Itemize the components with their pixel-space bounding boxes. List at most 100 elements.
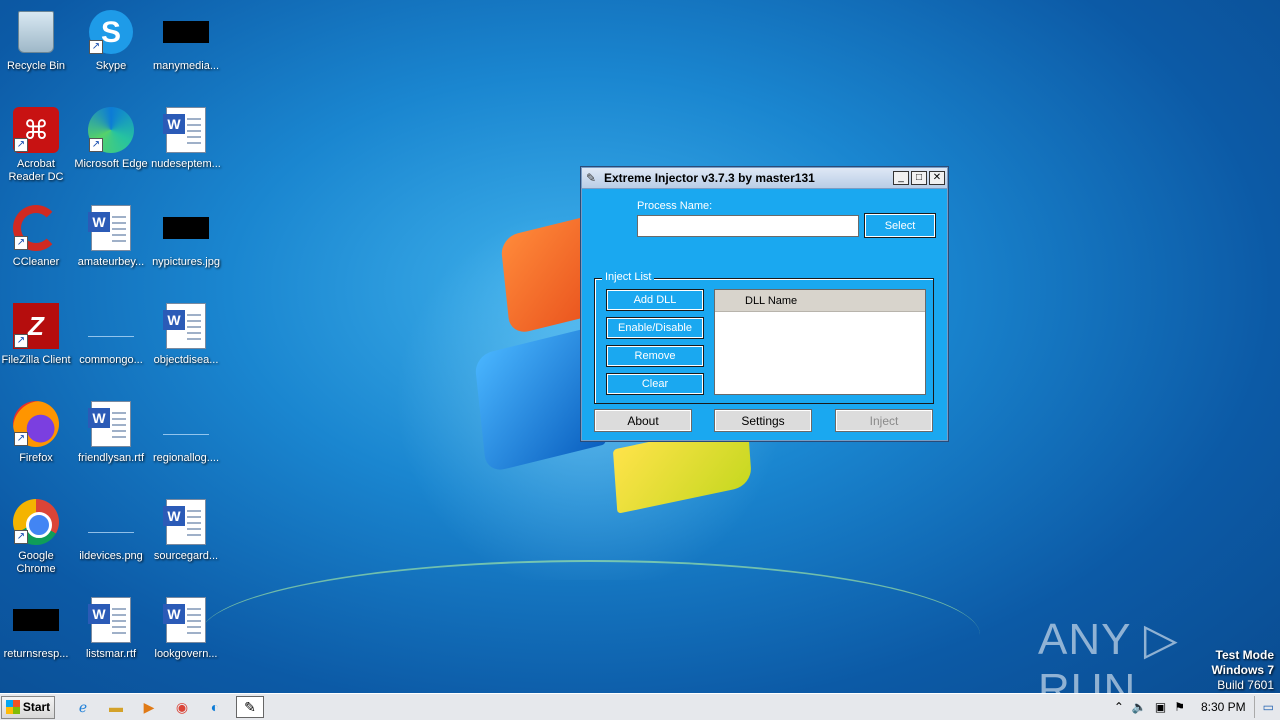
desktop-icon-filezilla[interactable]: Z ↗ FileZilla Client xyxy=(0,302,74,367)
desktop-icon-commongo[interactable]: commongo... xyxy=(73,302,149,367)
icon-label: returnsresp... xyxy=(3,648,69,660)
desktop-icon-edge[interactable]: ↗ Microsoft Edge xyxy=(73,106,149,171)
start-button[interactable]: Start xyxy=(1,695,55,719)
build-number-text: Build 7601 xyxy=(1217,678,1274,692)
show-desktop-icon[interactable]: ▭ xyxy=(1263,700,1274,714)
shortcut-arrow-icon: ↗ xyxy=(89,138,103,152)
remove-button[interactable]: Remove xyxy=(606,345,704,367)
icon-label: Google Chrome xyxy=(16,550,56,575)
windows-version-text: Windows 7 xyxy=(1211,663,1274,677)
volume-icon[interactable]: 🔈 xyxy=(1132,700,1147,714)
inject-list-label: Inject List xyxy=(602,271,655,283)
desktop-icon-ildevices[interactable]: ildevices.png xyxy=(73,498,149,563)
desktop-icon-ccleaner[interactable]: ↗ CCleaner xyxy=(0,204,74,269)
clear-button[interactable]: Clear xyxy=(606,373,704,395)
icon-label: nypictures.jpg xyxy=(152,256,220,268)
start-label: Start xyxy=(22,700,51,714)
icon-label: Acrobat Reader DC xyxy=(8,158,64,183)
about-button[interactable]: About xyxy=(594,409,692,432)
dll-list[interactable]: DLL Name xyxy=(714,289,926,395)
action-center-flag-icon[interactable]: ⚑ xyxy=(1174,700,1185,714)
internet-explorer-icon[interactable]: ℯ xyxy=(71,696,95,718)
icon-label: Firefox xyxy=(19,452,53,464)
word-document-icon xyxy=(163,303,206,349)
shortcut-arrow-icon: ↗ xyxy=(14,432,28,446)
file-thumbnail-icon xyxy=(163,21,209,43)
word-document-icon xyxy=(88,401,131,447)
extreme-injector-window[interactable]: ✎ Extreme Injector v3.7.3 by master131 _… xyxy=(581,167,948,441)
desktop-icon-skype[interactable]: S ↗ Skype xyxy=(73,8,149,73)
inject-button[interactable]: Inject xyxy=(835,409,933,432)
network-icon[interactable]: ▣ xyxy=(1155,700,1166,714)
desktop-icon-firefox[interactable]: ↗ Firefox xyxy=(0,400,74,465)
windows-build-info: Test Mode Windows 7 Build 7601 xyxy=(1211,648,1274,693)
desktop-icon-objectdisea[interactable]: objectdisea... xyxy=(148,302,224,367)
chrome-taskbar-icon[interactable]: ◉ xyxy=(170,696,194,718)
file-thumbnail-icon xyxy=(163,217,209,239)
tray-separator xyxy=(1253,696,1255,718)
wallpaper-swoosh xyxy=(200,560,980,710)
icon-label: sourcegard... xyxy=(153,550,219,562)
file-thumbnail-icon xyxy=(13,609,59,631)
shortcut-arrow-icon: ↗ xyxy=(14,236,28,250)
minimize-button[interactable]: _ xyxy=(893,171,909,185)
word-document-icon xyxy=(163,107,206,153)
shortcut-arrow-icon: ↗ xyxy=(89,40,103,54)
desktop-icon-chrome[interactable]: ↗ Google Chrome xyxy=(0,498,74,576)
select-button[interactable]: Select xyxy=(864,213,936,238)
windows-logo-icon xyxy=(5,700,20,714)
icon-label: FileZilla Client xyxy=(1,354,71,366)
file-thumbnail-icon xyxy=(88,315,134,337)
icon-label: nudeseptem... xyxy=(151,158,221,170)
desktop-icon-nypictures[interactable]: nypictures.jpg xyxy=(148,204,224,269)
word-document-icon xyxy=(163,597,206,643)
process-name-label: Process Name: xyxy=(637,200,713,212)
dll-name-column-header[interactable]: DLL Name xyxy=(715,290,925,312)
desktop-icon-friendlysan[interactable]: friendlysan.rtf xyxy=(73,400,149,465)
media-player-icon[interactable]: ▶ xyxy=(137,696,161,718)
icon-label: objectdisea... xyxy=(153,354,219,366)
settings-button[interactable]: Settings xyxy=(714,409,812,432)
desktop-icon-lookgovern[interactable]: lookgovern... xyxy=(148,596,224,661)
icon-label: amateurbey... xyxy=(77,256,145,268)
edge-taskbar-icon[interactable]: ◐ xyxy=(203,696,227,718)
clock[interactable]: 8:30 PM xyxy=(1201,700,1246,714)
icon-label: Microsoft Edge xyxy=(74,158,148,170)
icon-label: CCleaner xyxy=(12,256,60,268)
window-title: Extreme Injector v3.7.3 by master131 xyxy=(604,171,815,185)
taskbar: Start ℯ ▬ ▶ ◉ ◐ ✎ ⌃ 🔈 ▣ ⚑ 8:30 PM ▭ xyxy=(0,693,1280,720)
word-document-icon xyxy=(88,205,131,251)
desktop-icon-listsmar[interactable]: listsmar.rtf xyxy=(73,596,149,661)
icon-label: regionallog.... xyxy=(152,452,220,464)
close-button[interactable]: ✕ xyxy=(929,171,945,185)
process-name-input[interactable] xyxy=(637,215,859,237)
shortcut-arrow-icon: ↗ xyxy=(14,138,28,152)
word-document-icon xyxy=(163,499,206,545)
desktop-icon-regionallog[interactable]: regionallog.... xyxy=(148,400,224,465)
icon-label: lookgovern... xyxy=(154,648,218,660)
desktop-icon-manymedia[interactable]: manymedia... xyxy=(148,8,224,73)
desktop-icon-acrobat[interactable]: ⌘ ↗ Acrobat Reader DC xyxy=(0,106,74,184)
desktop-icon-recycle-bin[interactable]: Recycle Bin xyxy=(0,8,74,73)
window-titlebar[interactable]: ✎ Extreme Injector v3.7.3 by master131 _… xyxy=(582,168,947,189)
shortcut-arrow-icon: ↗ xyxy=(14,334,28,348)
shortcut-arrow-icon: ↗ xyxy=(14,530,28,544)
file-explorer-icon[interactable]: ▬ xyxy=(104,696,128,718)
icon-label: manymedia... xyxy=(152,60,220,72)
icon-label: Recycle Bin xyxy=(6,60,66,72)
file-thumbnail-icon xyxy=(163,413,209,435)
desktop-icon-sourcegard[interactable]: sourcegard... xyxy=(148,498,224,563)
maximize-button[interactable]: □ xyxy=(911,171,927,185)
extreme-injector-taskbar-icon[interactable]: ✎ xyxy=(236,696,264,718)
enable-disable-button[interactable]: Enable/Disable xyxy=(606,317,704,339)
add-dll-button[interactable]: Add DLL xyxy=(606,289,704,311)
icon-label: ildevices.png xyxy=(79,550,143,562)
icon-label: listsmar.rtf xyxy=(85,648,137,660)
desktop-icon-returnsresp[interactable]: returnsresp... xyxy=(0,596,74,661)
recycle-bin-icon xyxy=(18,11,54,53)
icon-label: Skype xyxy=(95,60,127,72)
system-tray: ⌃ 🔈 ▣ ⚑ 8:30 PM ▭ xyxy=(1114,694,1280,720)
desktop-icon-nudeseptem[interactable]: nudeseptem... xyxy=(148,106,224,171)
desktop-icon-amateurbey[interactable]: amateurbey... xyxy=(73,204,149,269)
show-hidden-icons-icon[interactable]: ⌃ xyxy=(1114,700,1124,714)
